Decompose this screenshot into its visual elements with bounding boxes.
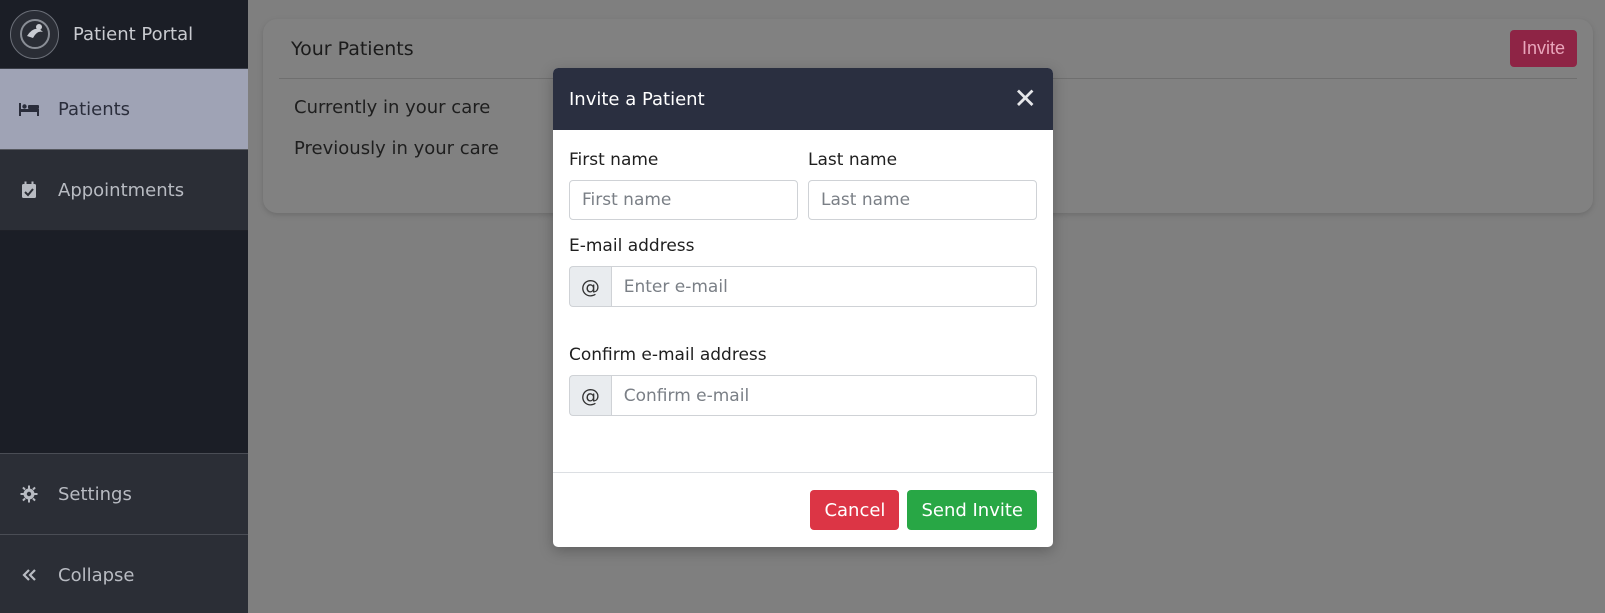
portal-logo-icon xyxy=(10,9,59,59)
sidebar-item-settings[interactable]: Settings xyxy=(0,453,248,534)
sidebar-item-appointments[interactable]: Appointments xyxy=(0,150,248,231)
sidebar-item-label: Settings xyxy=(58,483,132,505)
sidebar: Patient Portal Patients Appointments Set… xyxy=(0,0,248,613)
modal-title: Invite a Patient xyxy=(569,88,705,110)
last-name-label: Last name xyxy=(808,150,898,170)
email-label: E-mail address xyxy=(569,236,695,256)
double-chevron-left-icon xyxy=(18,568,40,582)
first-name-input[interactable] xyxy=(569,180,798,220)
brand-title: Patient Portal xyxy=(73,23,194,45)
gear-icon xyxy=(18,485,40,503)
sidebar-bottom: Settings Collapse xyxy=(0,453,248,613)
confirm-email-input[interactable] xyxy=(610,375,1037,416)
first-name-label: First name xyxy=(569,150,659,170)
modal-body: First name Last name E-mail address @ Co… xyxy=(553,130,1053,416)
email-input-group: @ xyxy=(569,266,1037,307)
sidebar-item-collapse[interactable]: Collapse xyxy=(0,534,248,613)
close-icon[interactable]: ✕ xyxy=(1014,85,1037,113)
bed-icon xyxy=(18,101,40,117)
confirm-email-at-prefix: @ xyxy=(569,375,611,416)
page-title: Your Patients xyxy=(291,37,414,60)
sidebar-item-label: Patients xyxy=(58,98,131,120)
brand: Patient Portal xyxy=(0,0,248,69)
confirm-email-label: Confirm e-mail address xyxy=(569,345,767,365)
email-input[interactable] xyxy=(610,266,1037,307)
invite-patient-modal: Invite a Patient ✕ First name Last name … xyxy=(553,68,1053,547)
sidebar-item-label: Appointments xyxy=(58,179,185,201)
email-at-prefix: @ xyxy=(569,266,611,307)
calendar-check-icon xyxy=(18,181,40,199)
sidebar-item-label: Collapse xyxy=(58,564,135,586)
send-invite-button[interactable]: Send Invite xyxy=(907,490,1037,530)
last-name-input[interactable] xyxy=(808,180,1037,220)
sidebar-item-patients[interactable]: Patients xyxy=(0,69,248,150)
cancel-button[interactable]: Cancel xyxy=(810,490,900,530)
modal-footer: Cancel Send Invite xyxy=(553,472,1053,547)
confirm-email-input-group: @ xyxy=(569,375,1037,416)
invite-button[interactable]: Invite xyxy=(1509,30,1577,67)
modal-header: Invite a Patient ✕ xyxy=(553,68,1053,130)
